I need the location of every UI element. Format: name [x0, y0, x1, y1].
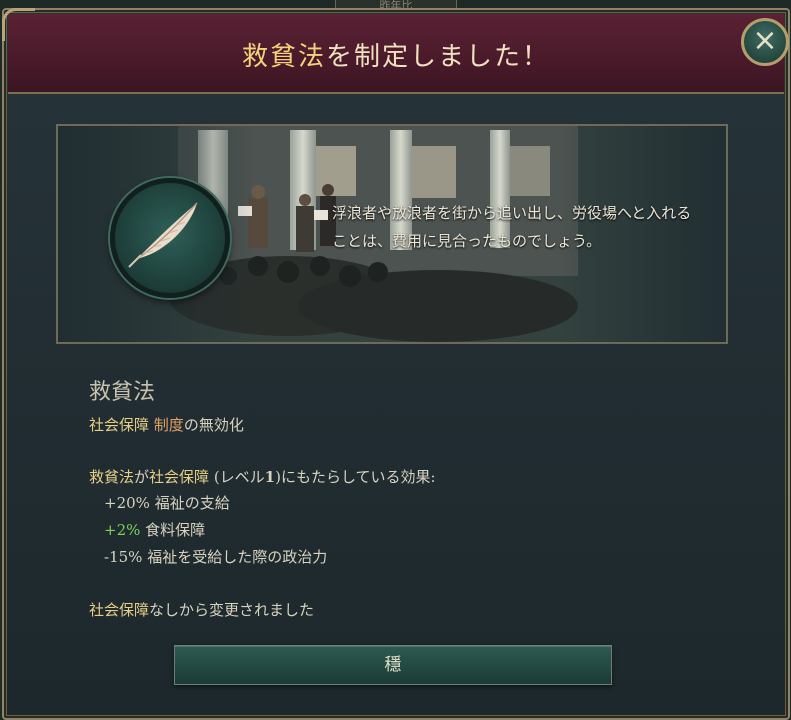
institution-suffix: の無効化 — [183, 416, 244, 434]
title-bar: 救貧法を制定しました！ — [8, 14, 784, 94]
corner-ornament — [2, 8, 35, 41]
intro-group[interactable]: 社会保障 — [149, 468, 209, 486]
disabled-institution-line: 社会保障 制度の無効化 — [89, 414, 244, 435]
close-button[interactable]: × — [741, 18, 789, 66]
law-name: 救貧法 — [89, 380, 156, 405]
institution-word[interactable]: 制度 — [154, 416, 184, 434]
feather-icon — [128, 202, 198, 268]
changed-text: なしから変更されました — [149, 601, 315, 619]
effect-value: +2% — [104, 521, 141, 539]
institution-group[interactable]: 社会保障 — [89, 416, 149, 434]
intro-level: 1 — [264, 468, 276, 486]
effect-label: 福祉を受給した際の政治力 — [142, 548, 328, 566]
law-emblem — [110, 178, 230, 298]
effect-value: +20% — [104, 494, 150, 512]
changed-group[interactable]: 社会保障 — [89, 601, 149, 619]
confirm-button[interactable]: 穩 — [174, 645, 612, 685]
intro-law[interactable]: 救貧法 — [89, 468, 134, 486]
effect-label: 福祉の支給 — [149, 494, 230, 512]
close-icon: × — [752, 23, 778, 58]
effects-intro: 救貧法が社会保障 (レベル1)にもたらしている効果: — [89, 466, 436, 487]
effect-value: -15% — [104, 548, 143, 566]
intro-level-post: )にもたらしている効果: — [275, 468, 436, 486]
title-text: を制定しました！ — [326, 42, 551, 72]
intro-level-pre: (レベル — [209, 468, 265, 486]
effect-row: -15% 福祉を受給した際の政治力 — [104, 546, 327, 567]
effect-row: +20% 福祉の支給 — [104, 492, 230, 513]
intro-mid: が — [134, 468, 150, 486]
title-law-name: 救貧法 — [241, 42, 326, 72]
flavor-quote: 浮浪者や放浪者を街から追い出し、労役場へと入れることは、費用に見合ったものでしょ… — [332, 204, 692, 250]
changed-from-line: 社会保障なしから変更されました — [89, 599, 314, 620]
effect-label: 食料保障 — [140, 521, 206, 539]
effect-row: +2% 食料保障 — [104, 519, 205, 540]
dialog-title: 救貧法を制定しました！ — [8, 36, 784, 73]
